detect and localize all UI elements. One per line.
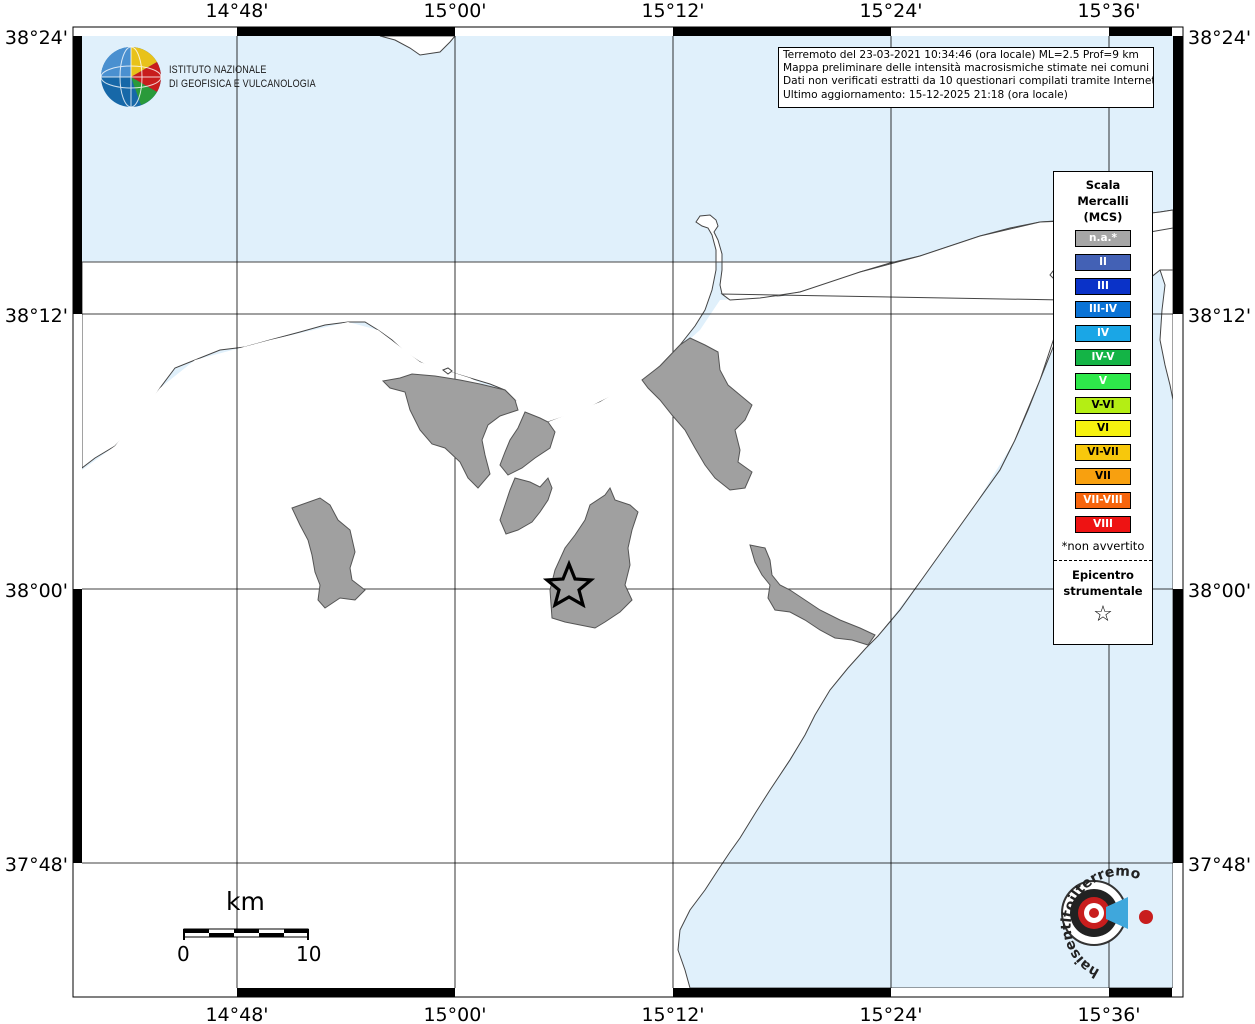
lat-label-right: 38°12': [1188, 305, 1251, 327]
info-line-3: Dati non verificati estratti da 10 quest…: [783, 75, 1154, 88]
logo-line-2: DI GEOFISICA E VULCANOLOGIA: [169, 77, 316, 90]
legend-epicenter-label: Epicentro strumentale: [1063, 568, 1143, 599]
legend-item: IV: [1075, 325, 1131, 343]
scale-unit: km: [226, 887, 265, 916]
info-line-1: Terremoto del 23-03-2021 10:34:46 (ora l…: [783, 49, 1139, 61]
lat-label-left: 38°00': [5, 580, 68, 602]
info-line-2: Mappa preliminare delle intensità macros…: [783, 62, 1150, 75]
legend-note: *non avvertito: [1061, 539, 1145, 554]
lon-label-top: 15°12': [641, 0, 704, 22]
scale-end: 10: [296, 942, 322, 966]
lon-label-bottom: 15°00': [423, 1004, 486, 1024]
mcs-legend: Scala Mercalli (MCS) n.a.* II III III-IV IV I…: [1053, 171, 1153, 645]
legend-item: n.a.*: [1075, 230, 1131, 247]
legend-divider: [1054, 560, 1152, 562]
legend-item: VI: [1075, 420, 1131, 438]
legend-items: n.a.* II III III-IV IV IV-V V V-VI VI VI-VII VII VI…: [1054, 230, 1152, 533]
legend-item: III: [1075, 277, 1131, 295]
legend-item: VI-VII: [1075, 444, 1131, 462]
lon-label-bottom: 15°24': [859, 1004, 922, 1024]
legend-star-icon: ☆: [1093, 602, 1113, 628]
lon-label-top: 15°00': [423, 0, 486, 22]
ingv-globe-icon: [100, 46, 162, 108]
lat-label-left: 38°12': [5, 305, 68, 327]
lat-label-right: 37°48': [1188, 854, 1251, 876]
lat-label-left: 37°48': [5, 854, 68, 876]
legend-item: V-VI: [1075, 396, 1131, 414]
logo-line-1: ISTITUTO NAZIONALE: [169, 64, 267, 76]
lon-label-bottom: 15°36': [1077, 1004, 1140, 1024]
info-line-4: Ultimo aggiornamento: 15-12-2025 21:18 (…: [783, 88, 1068, 101]
lon-label-top: 15°24': [859, 0, 922, 22]
lon-label-bottom: 14°48': [205, 1004, 268, 1024]
legend-item: V: [1075, 372, 1131, 390]
lat-label-left: 38°24': [5, 27, 68, 49]
legend-item: VIII: [1075, 515, 1131, 533]
legend-item: II: [1075, 253, 1131, 271]
lon-label-top: 14°48': [205, 0, 268, 22]
legend-item: III-IV: [1075, 301, 1131, 319]
legend-title: Scala Mercalli (MCS): [1077, 178, 1129, 224]
legend-item: VII-VIII: [1075, 491, 1131, 509]
ingv-logo-text: ISTITUTO NAZIONALE DI GEOFISICA E VULCAN…: [169, 64, 316, 91]
lon-label-bottom: 15°12': [641, 1004, 704, 1024]
lon-label-top: 15°36': [1077, 0, 1140, 22]
lat-label-right: 38°24': [1188, 27, 1251, 49]
event-info-box: Terremoto del 23-03-2021 10:34:46 (ora l…: [778, 47, 1154, 108]
legend-item: IV-V: [1075, 348, 1131, 366]
scale-start: 0: [177, 942, 190, 966]
lat-label-right: 38°00': [1188, 580, 1251, 602]
legend-item: VII: [1075, 467, 1131, 485]
